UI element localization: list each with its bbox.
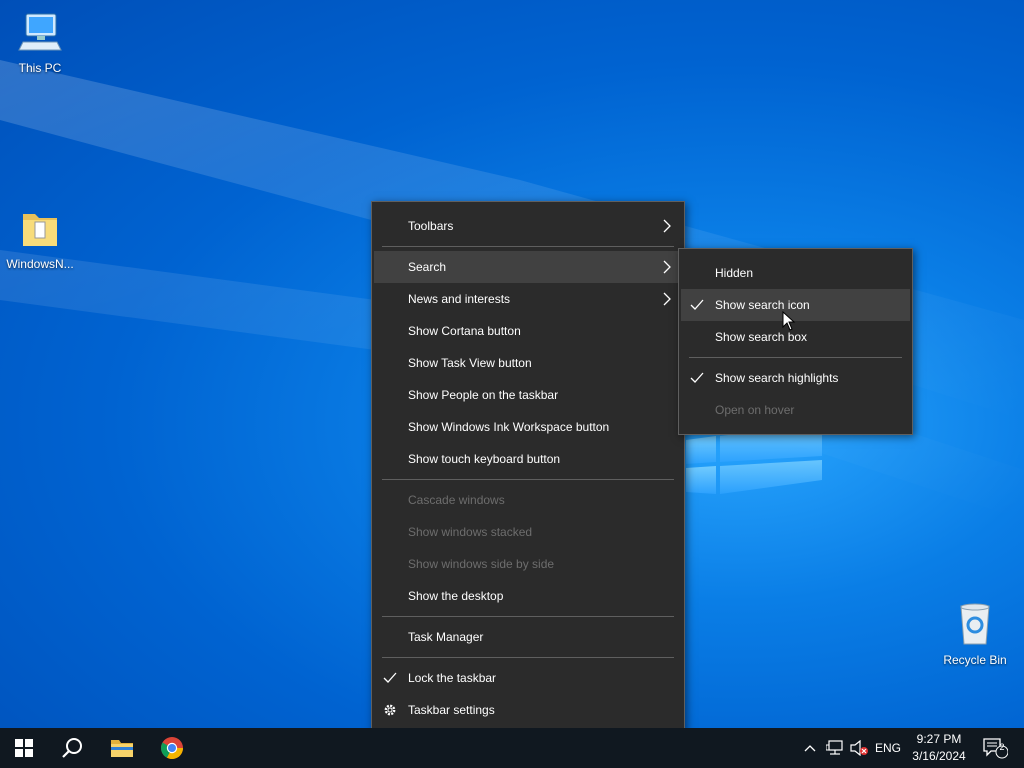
language-label: ENG [874,741,901,755]
menu-separator [382,616,674,617]
menu-item-taskbar-settings[interactable]: Taskbar settings [374,694,682,726]
menu-item-show-ink-workspace[interactable]: Show Windows Ink Workspace button [374,411,682,443]
taskbar[interactable]: ENG 9:27 PM 3/16/2024 2 [0,728,1024,768]
recycle-bin-icon [960,603,990,645]
menu-item-label: Show Cortana button [408,324,521,338]
menu-item-label: Show Task View button [408,356,532,370]
submenu-item-open-on-hover: Open on hover [681,394,910,426]
chevron-right-icon [663,219,671,233]
taskbar-search-button[interactable] [48,728,96,768]
menu-separator [382,657,674,658]
menu-item-label: Show windows stacked [408,525,533,539]
start-icon [15,739,33,757]
checkmark-icon [690,299,704,310]
menu-item-label: Toolbars [408,219,454,233]
menu-item-search[interactable]: Search [374,251,682,283]
volume-muted-icon [850,740,868,756]
menu-item-label: Show Windows Ink Workspace button [408,420,610,434]
search-icon [62,738,82,758]
menu-item-lock-the-taskbar[interactable]: Lock the taskbar [374,662,682,694]
submenu-item-hidden[interactable]: Hidden [681,257,910,289]
menu-separator [382,479,674,480]
menu-item-show-people[interactable]: Show People on the taskbar [374,379,682,411]
menu-item-cascade-windows: Cascade windows [374,484,682,516]
menu-item-task-manager[interactable]: Task Manager [374,621,682,653]
chevron-right-icon [663,292,671,306]
menu-item-show-the-desktop[interactable]: Show the desktop [374,580,682,612]
desktop-icon-label: This PC [18,61,62,75]
mouse-cursor-icon [782,311,796,331]
menu-item-label: News and interests [408,292,511,306]
taskbar-file-explorer[interactable] [98,728,146,768]
menu-item-label: Hidden [715,266,754,280]
menu-item-label: Show the desktop [408,589,504,603]
volume-tray-button[interactable] [848,728,870,768]
desktop-icon-label: WindowsN... [6,257,74,271]
start-button[interactable] [0,728,48,768]
search-submenu: Hidden Show search icon Show search box … [678,248,913,435]
action-center-button[interactable]: 2 [978,728,1012,768]
menu-item-label: Show windows side by side [408,557,555,571]
desktop-icon-recycle-bin[interactable]: Recycle Bin [935,602,1015,667]
checkmark-icon [383,672,397,683]
menu-separator [382,246,674,247]
notification-count: 2 [999,742,1005,752]
network-icon [826,740,843,755]
network-tray-button[interactable] [822,728,848,768]
menu-item-label: Lock the taskbar [408,671,497,685]
desktop-icon-this-pc[interactable]: This PC [0,10,80,75]
menu-item-label: Search [408,260,447,274]
menu-item-show-task-view-button[interactable]: Show Task View button [374,347,682,379]
menu-item-toolbars[interactable]: Toolbars [374,210,682,242]
show-hidden-icons-button[interactable] [800,728,820,768]
language-indicator[interactable]: ENG [872,728,904,768]
menu-item-show-windows-side-by-side: Show windows side by side [374,548,682,580]
menu-item-show-cortana-button[interactable]: Show Cortana button [374,315,682,347]
desktop-icon-label: Recycle Bin [943,653,1007,667]
computer-icon [18,13,62,51]
chrome-icon [161,737,183,760]
gear-icon [384,704,396,716]
menu-item-show-windows-stacked: Show windows stacked [374,516,682,548]
menu-item-show-touch-keyboard[interactable]: Show touch keyboard button [374,443,682,475]
clock-button[interactable]: 9:27 PM 3/16/2024 [908,728,970,768]
clock-date: 3/16/2024 [912,749,966,763]
menu-item-label: Open on hover [715,403,795,417]
checkmark-icon [690,372,704,383]
menu-separator [689,357,902,358]
desktop-icon-windowsn[interactable]: WindowsN... [0,208,80,271]
taskbar-context-menu: Toolbars Search News and interests Show … [371,201,685,733]
taskbar-chrome[interactable] [148,728,196,768]
menu-item-label: Show People on the taskbar [408,388,559,402]
menu-item-news-and-interests[interactable]: News and interests [374,283,682,315]
menu-item-label: Show search icon [715,298,810,312]
menu-item-label: Show touch keyboard button [408,452,561,466]
chevron-up-icon [804,745,816,752]
menu-item-label: Taskbar settings [408,703,495,717]
menu-item-label: Cascade windows [408,493,505,507]
menu-item-label: Show search box [715,330,808,344]
chevron-right-icon [663,260,671,274]
menu-item-label: Show search highlights [715,371,839,385]
submenu-item-show-search-highlights[interactable]: Show search highlights [681,362,910,394]
clock-time: 9:27 PM [916,732,962,746]
menu-item-label: Task Manager [408,630,484,644]
folder-icon [23,214,57,246]
file-explorer-icon [111,740,133,757]
